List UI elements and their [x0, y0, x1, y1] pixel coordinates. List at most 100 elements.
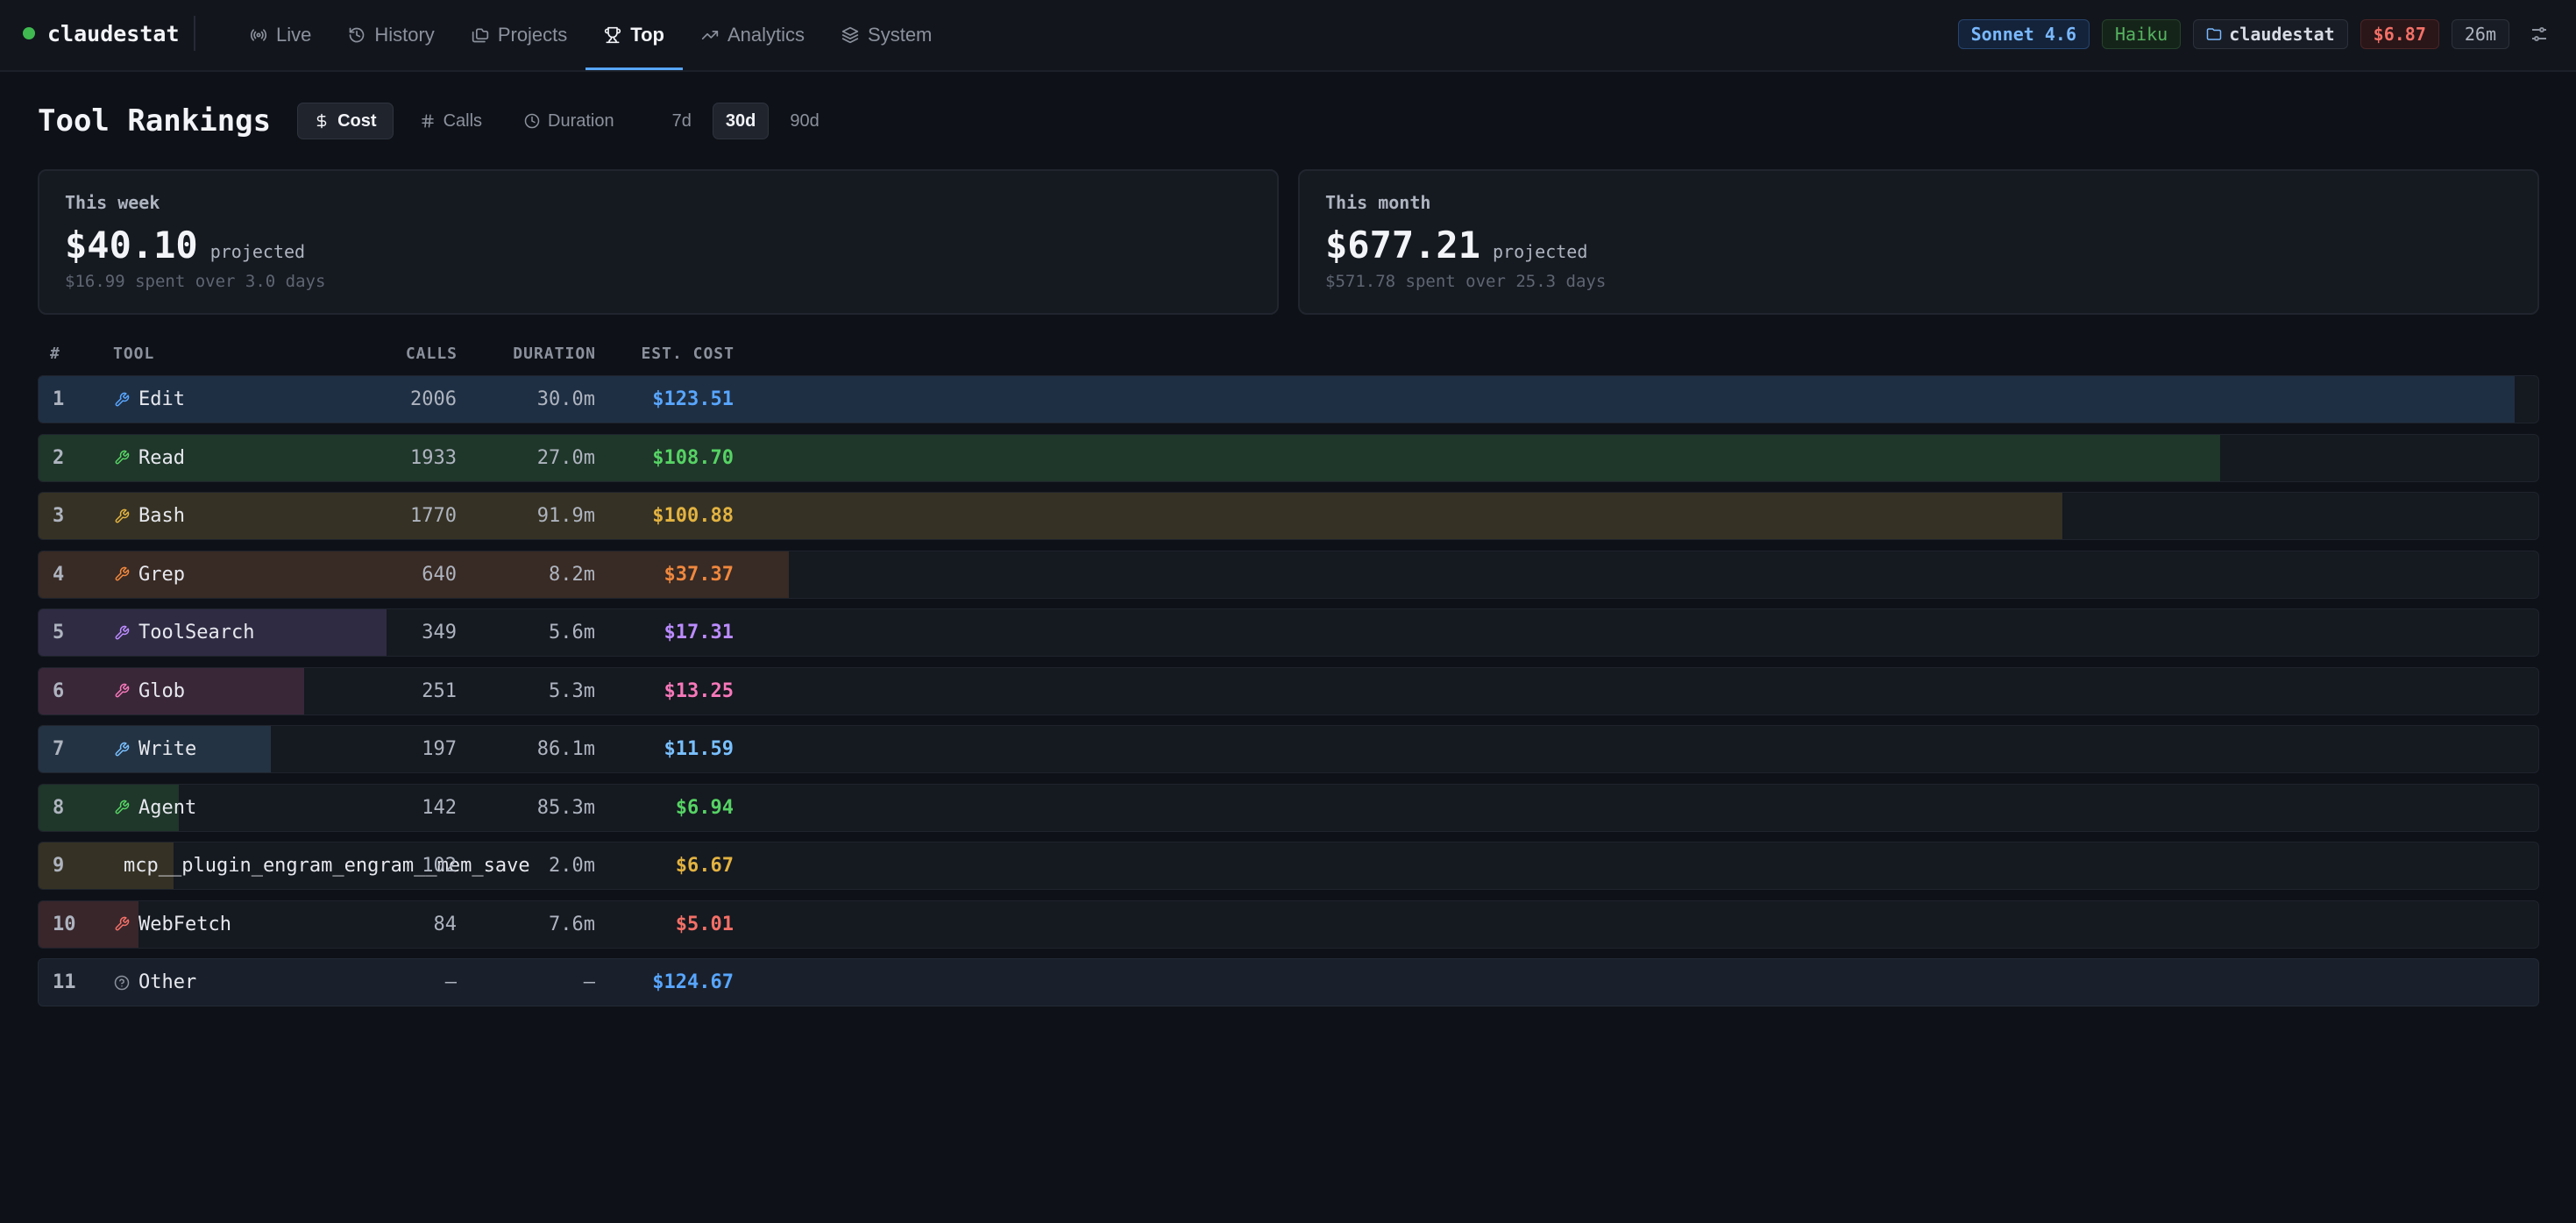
table-header: # TOOL CALLS DURATION EST. COST: [38, 345, 2539, 367]
header-duration: DURATION: [513, 345, 596, 363]
row-tool: Bash: [114, 493, 185, 539]
wrench-icon: [115, 392, 130, 406]
row-cost: $123.51: [652, 388, 734, 410]
row-duration: 7.6m: [549, 913, 595, 935]
card-value: $40.10 projected: [65, 224, 305, 267]
row-calls: —: [444, 971, 457, 993]
help-circle-icon: [114, 975, 130, 990]
table-row[interactable]: 10 WebFetch 84 7.6m $5.01: [38, 899, 2539, 949]
nav-item-top[interactable]: Top: [585, 0, 683, 70]
settings-sliders-icon[interactable]: [2529, 24, 2550, 45]
nav-item-label: Top: [630, 24, 664, 46]
projected-amount: $40.10: [65, 224, 198, 267]
range-30d-button[interactable]: 30d: [712, 103, 770, 139]
nav-item-projects[interactable]: Projects: [453, 0, 585, 70]
table-row[interactable]: 2 Read 1933 27.0m $108.70: [38, 433, 2539, 482]
row-tool: Edit: [114, 376, 185, 423]
project-badge[interactable]: claudestat: [2193, 19, 2348, 49]
card-label: This week: [65, 192, 160, 213]
wrench-icon: [115, 450, 130, 465]
row-calls: 102: [422, 855, 457, 877]
row-rank: 1: [53, 388, 65, 410]
table-row[interactable]: 8 Agent 142 85.3m $6.94: [38, 783, 2539, 832]
metric-label: Cost: [337, 110, 377, 131]
table-row[interactable]: 3 Bash 1770 91.9m $100.88: [38, 492, 2539, 540]
tool-name: Read: [138, 446, 185, 469]
row-calls: 1933: [410, 446, 457, 469]
table-row[interactable]: 11 Other — — $124.67: [38, 958, 2539, 1006]
week-projection-card: This week $40.10 projected $16.99 spent …: [38, 169, 1279, 315]
row-duration: 8.2m: [549, 563, 595, 586]
folder-icon: [2206, 28, 2222, 40]
range-7d-button[interactable]: 7d: [660, 103, 704, 139]
table-row[interactable]: 9 mcp__plugin_engram_engram__mem_save 10…: [38, 842, 2539, 890]
row-rank: 9: [53, 855, 65, 877]
model-badge-secondary[interactable]: Haiku: [2102, 19, 2182, 49]
row-rank: 3: [53, 505, 65, 527]
session-cost-badge: $6.87: [2360, 19, 2439, 49]
table-row[interactable]: 1 Edit 2006 30.0m $123.51: [38, 375, 2539, 423]
row-tool: Read: [114, 435, 185, 481]
row-rank: 11: [53, 971, 76, 993]
row-duration: 86.1m: [536, 738, 595, 760]
row-cost: $6.94: [675, 796, 734, 819]
wrench-icon: [115, 916, 130, 931]
row-duration: 2.0m: [549, 855, 595, 877]
row-tool: WebFetch: [114, 901, 231, 948]
row-tool: Glob: [114, 668, 185, 715]
row-rank: 4: [53, 563, 65, 586]
wrench-icon: [115, 800, 130, 814]
nav-item-live[interactable]: Live: [231, 0, 330, 70]
nav-item-label: Live: [276, 24, 312, 46]
row-tool: Write: [114, 726, 196, 772]
row-calls: 142: [422, 796, 457, 819]
row-duration: 91.9m: [536, 505, 595, 527]
wrench-icon: [115, 742, 130, 756]
table-row[interactable]: 6 Glob 251 5.3m $13.25: [38, 666, 2539, 715]
hash-icon: [421, 114, 434, 128]
row-tool: Agent: [114, 785, 196, 831]
metric-selector: Cost Calls Duration: [297, 103, 630, 139]
nav-item-analytics[interactable]: Analytics: [683, 0, 823, 70]
metric-cost-button[interactable]: Cost: [297, 103, 394, 139]
table-row[interactable]: 5 ToolSearch 349 5.6m $17.31: [38, 608, 2539, 657]
card-value: $677.21 projected: [1325, 224, 1587, 267]
spent-detail: $571.78 spent over 25.3 days: [1325, 272, 1607, 291]
title-row: Tool Rankings Cost Calls Duration 7d 30d…: [38, 101, 832, 141]
wrench-icon: [115, 625, 130, 639]
spent-detail: $16.99 spent over 3.0 days: [65, 272, 326, 291]
nav-item-label: Projects: [497, 24, 568, 46]
metric-label: Calls: [443, 110, 483, 131]
status-bar: Sonnet 4.6 Haiku claudestat $6.87 26m: [1957, 19, 2550, 49]
range-90d-button[interactable]: 90d: [777, 103, 831, 139]
projected-suffix: projected: [1493, 241, 1588, 262]
row-cost: $13.25: [664, 679, 734, 702]
trophy-icon: [605, 26, 621, 44]
nav-item-system[interactable]: System: [823, 0, 950, 70]
project-badge-label: claudestat: [2229, 24, 2335, 45]
folders-icon: [472, 28, 488, 43]
main-nav: Live History Projects Top Analytics Syst…: [231, 0, 950, 70]
metric-label: Duration: [548, 110, 614, 131]
model-badge-primary[interactable]: Sonnet 4.6: [1957, 19, 2090, 49]
nav-item-history[interactable]: History: [330, 0, 452, 70]
table-row[interactable]: 7 Write 197 86.1m $11.59: [38, 725, 2539, 773]
row-calls: 197: [422, 738, 457, 760]
tool-name: Grep: [138, 563, 185, 586]
row-calls: 640: [422, 563, 457, 586]
metric-calls-button[interactable]: Calls: [404, 103, 498, 139]
table-row[interactable]: 4 Grep 640 8.2m $37.37: [38, 550, 2539, 599]
row-tool: mcp__plugin_engram_engram__mem_save: [124, 843, 530, 889]
row-cost: $108.70: [652, 446, 734, 469]
header-calls: CALLS: [405, 345, 458, 363]
session-time-badge: 26m: [2451, 19, 2509, 49]
row-calls: 2006: [410, 388, 457, 410]
row-rank: 8: [53, 796, 65, 819]
row-cost: $11.59: [664, 738, 734, 760]
tool-name: Agent: [138, 796, 197, 819]
header-rank: #: [50, 345, 60, 363]
row-cost: $6.67: [675, 855, 734, 877]
brand[interactable]: claudestat: [23, 0, 180, 67]
dollar-icon: [316, 113, 327, 129]
metric-duration-button[interactable]: Duration: [508, 103, 630, 139]
